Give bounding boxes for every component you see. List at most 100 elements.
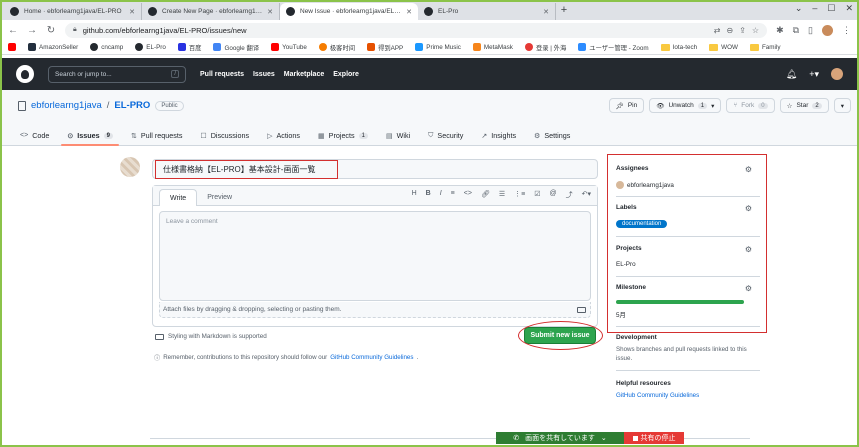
bookmark-metamask[interactable]: MetaMask — [472, 43, 513, 51]
link-icon[interactable]: 🔗︎ — [481, 190, 490, 200]
pin-button[interactable]: 📌︎ Pin — [608, 98, 645, 113]
bookmark-prime-music[interactable]: Prime Music — [415, 43, 461, 51]
profile-avatar[interactable] — [822, 24, 833, 36]
bookmark-dedao[interactable]: 得到APP — [367, 43, 403, 52]
bookmark-el-pro[interactable]: EL-Pro — [135, 43, 166, 51]
tab-projects[interactable]: ▦ Projects 1 — [318, 125, 368, 146]
plus-icon[interactable]: +▾ — [809, 69, 819, 80]
tab-write[interactable]: Write — [159, 189, 198, 206]
nav-issues[interactable]: Issues — [253, 71, 275, 78]
stop-sharing-button[interactable]: 共有の停止 — [624, 432, 684, 444]
bookmark-iota-tech[interactable]: Iota-tech — [660, 43, 697, 51]
new-tab-icon[interactable]: + — [556, 4, 572, 16]
highlight-ellipse-submit — [518, 321, 603, 350]
markdown-note[interactable]: Styling with Markdown is supported — [155, 333, 267, 340]
assignee-name[interactable]: ebforlearng1java — [627, 182, 674, 189]
bookmark-family[interactable]: Family — [749, 43, 781, 51]
forward-icon[interactable]: → — [27, 25, 37, 36]
heading-icon[interactable]: H — [412, 190, 417, 200]
tab-issues[interactable]: ⊙ Issues 9 — [61, 125, 119, 146]
zoom-icon[interactable]: ⊖ — [726, 26, 733, 35]
share-icon[interactable]: ⇪ — [739, 26, 746, 35]
tab-actions[interactable]: ▷ Actions — [267, 125, 300, 146]
extensions-icon[interactable]: ✱ — [776, 25, 784, 36]
address-bar[interactable]: 🔒︎ github.com/ebforlearng1java/EL-PRO/is… — [65, 22, 768, 38]
tab-count: 9 — [103, 132, 113, 139]
browser-tab-create-page[interactable]: Create New Page · ebforlearng1java ✕ — [142, 3, 280, 20]
bookmark-amazonseller[interactable]: AmazonSeller — [28, 43, 78, 51]
puzzle-icon[interactable]: ⧉ — [793, 25, 799, 36]
search-input[interactable]: Search or jump to... / — [48, 65, 186, 83]
repo-name-link[interactable]: EL-PRO — [114, 100, 150, 111]
tab-discussions[interactable]: ☐ Discussions — [200, 125, 249, 146]
fork-button[interactable]: ⑂ Fork 0 — [726, 98, 775, 113]
attach-files-area[interactable]: Attach files by dragging & dropping, sel… — [159, 302, 591, 318]
gear-icon[interactable]: ⚙ — [745, 165, 752, 174]
translate-icon[interactable]: ⇄ — [714, 26, 721, 35]
tab-wiki[interactable]: ▤ Wiki — [386, 125, 410, 146]
repo-owner-link[interactable]: ebforlearng1java — [31, 100, 102, 111]
star-dropdown[interactable]: ▾ — [833, 98, 851, 113]
url-text[interactable]: github.com/ebforlearng1java/EL-PRO/issue… — [83, 26, 708, 35]
sharing-indicator[interactable]: ✆ 画面を共有しています ⌄ — [496, 432, 624, 444]
browser-tab-home[interactable]: Home · ebforlearng1java/EL-PRO ✕ — [4, 3, 142, 20]
gear-icon[interactable]: ⚙ — [745, 204, 752, 213]
browser-tab-el-pro[interactable]: EL-Pro ✕ — [418, 3, 556, 20]
reply-icon[interactable]: ↶▾ — [582, 190, 591, 200]
bold-icon[interactable]: B — [426, 190, 431, 200]
nav-explore[interactable]: Explore — [333, 71, 359, 78]
close-icon[interactable]: ✕ — [543, 8, 549, 16]
gear-icon[interactable]: ⚙ — [745, 284, 752, 293]
bookmark-baidu[interactable]: 百度 — [177, 43, 201, 52]
bookmark-geektime[interactable]: 极客时间 — [318, 43, 355, 52]
guidelines-link[interactable]: GitHub Community Guidelines — [330, 354, 413, 361]
bookmark-youtube-red[interactable] — [8, 43, 16, 51]
bookmark-google-translate[interactable]: Google 翻译 — [213, 43, 259, 52]
minimize-icon[interactable]: – — [812, 3, 817, 14]
star-button[interactable]: ☆ Star 2 — [779, 98, 829, 113]
milestone-name[interactable]: 5月 — [616, 310, 626, 319]
bookmark-zoom[interactable]: ユーザー管理 - Zoom — [578, 43, 649, 52]
chevron-down-icon[interactable]: ⌄ — [795, 3, 803, 14]
tab-security[interactable]: ⛉ Security — [428, 125, 463, 146]
task-list-icon[interactable]: ☑ — [534, 190, 540, 200]
tab-preview[interactable]: Preview — [197, 189, 242, 205]
menu-icon[interactable]: ⋮ — [842, 25, 851, 36]
bookmark-wow[interactable]: WOW — [709, 43, 738, 51]
community-guidelines-link[interactable]: GitHub Community Guidelines — [616, 392, 699, 399]
sidepanel-icon[interactable]: ▯ — [808, 25, 813, 36]
code-icon[interactable]: <> — [464, 190, 472, 200]
browser-tab-new-issue[interactable]: New Issue · ebforlearng1java/EL-PRO ✕ — [280, 3, 418, 20]
star-icon[interactable]: ☆ — [752, 26, 759, 35]
label-documentation[interactable]: documentation — [616, 220, 668, 228]
comment-textarea[interactable]: Leave a comment — [159, 211, 591, 301]
bookmark-cncamp[interactable]: cncamp — [90, 43, 123, 51]
tab-pull-requests[interactable]: ⇅ Pull requests — [131, 125, 182, 146]
unwatch-button[interactable]: 👁︎ Unwatch 1 ▾ — [649, 98, 722, 113]
close-icon[interactable]: ✕ — [267, 8, 273, 16]
github-logo-icon[interactable] — [16, 65, 34, 83]
close-window-icon[interactable]: ✕ — [845, 3, 853, 14]
tab-insights[interactable]: ↗ Insights — [481, 125, 516, 146]
cross-reference-icon[interactable]: ⤴ — [566, 190, 573, 200]
close-icon[interactable]: ✕ — [129, 8, 135, 16]
close-icon[interactable]: ✕ — [406, 8, 412, 16]
bookmark-youtube[interactable]: YouTube — [271, 43, 307, 51]
bookmark-login[interactable]: 登录 | 外海 — [524, 43, 566, 52]
back-icon[interactable]: ← — [8, 25, 18, 36]
maximize-icon[interactable]: ☐ — [827, 3, 835, 14]
nav-marketplace[interactable]: Marketplace — [284, 71, 324, 78]
user-avatar[interactable] — [831, 68, 843, 80]
italic-icon[interactable]: I — [440, 190, 442, 200]
nav-pull-requests[interactable]: Pull requests — [200, 71, 244, 78]
tab-code[interactable]: <> Code — [20, 125, 49, 146]
bell-icon[interactable]: 🔔︎ — [786, 69, 797, 80]
bullet-list-icon[interactable]: ☰ — [499, 190, 505, 200]
reload-icon[interactable]: ↻ — [46, 25, 56, 36]
numbered-list-icon[interactable]: ⋮≡ — [514, 190, 525, 200]
quote-icon[interactable]: ≡ — [451, 190, 455, 200]
gear-icon[interactable]: ⚙ — [745, 245, 752, 254]
project-name[interactable]: EL-Pro — [616, 261, 636, 268]
tab-settings[interactable]: ⚙ Settings — [534, 125, 570, 146]
mention-icon[interactable]: @ — [550, 190, 557, 200]
